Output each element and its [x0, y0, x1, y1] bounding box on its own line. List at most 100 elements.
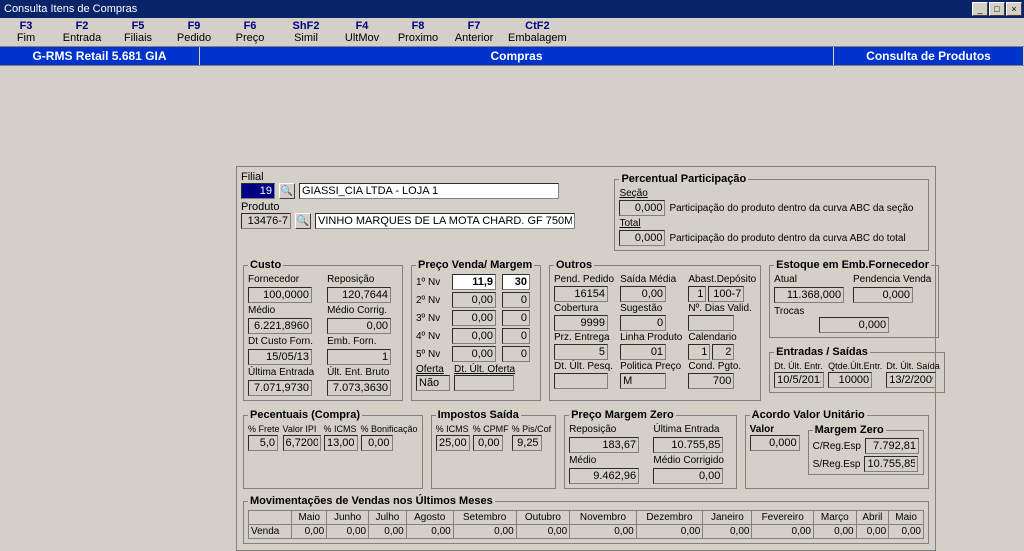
preco-n5-v1 [452, 346, 496, 362]
outros-linhaproduto [620, 344, 666, 360]
lookup-produto-icon[interactable]: 🔍 [295, 213, 311, 229]
mov-cell: 0,00 [453, 525, 516, 539]
custo-dtcustoforn [248, 349, 312, 365]
menu-embalagem[interactable]: CtF2 Embalagem [508, 20, 567, 44]
outros-cal-b [712, 344, 734, 360]
menu-simil[interactable]: ShF2 Simil [284, 20, 328, 44]
filial-desc-input[interactable] [299, 183, 559, 199]
produto-code-input[interactable] [241, 213, 291, 229]
avu-sreg [864, 456, 918, 472]
mov-table: MaioJunhoJulhoAgostoSetembroOutubroNovem… [248, 510, 924, 539]
preco-n4-v2 [502, 328, 530, 344]
mov-cell: 0,00 [703, 525, 752, 539]
mov-col-header: Dezembro [636, 511, 703, 525]
preco-n1-v1[interactable] [452, 274, 496, 290]
fkey-menubar: F3 Fim F2 Entrada F5 Filiais F9 Pedido F… [0, 18, 1024, 47]
outros-cobertura [554, 315, 608, 331]
menu-proximo[interactable]: F8 Proximo [396, 20, 440, 44]
percentual-total-label: Total [619, 218, 924, 229]
mov-col-header: Fevereiro [752, 511, 813, 525]
mov-col-header: Janeiro [703, 511, 752, 525]
outros-dtultpesq [554, 373, 608, 389]
preco-n3-v2 [502, 310, 530, 326]
menu-pedido[interactable]: F9 Pedido [172, 20, 216, 44]
window-controls: _ □ × [972, 2, 1022, 16]
menu-fim[interactable]: F3 Fim [4, 20, 48, 44]
percentual-fieldset: Percentual Participação Seção Participaç… [614, 173, 929, 251]
outros-abast-a [688, 286, 706, 302]
avu-fieldset: Acordo Valor Unitário Valor Margem Zero … [745, 409, 929, 489]
preco-n2-v1 [452, 292, 496, 308]
produto-desc-input[interactable] [315, 213, 575, 229]
preco-oferta [416, 375, 450, 391]
pmz-reposicao [569, 437, 639, 453]
menu-filiais[interactable]: F5 Filiais [116, 20, 160, 44]
mov-col-header: Março [813, 511, 856, 525]
mov-col-header: Novembro [570, 511, 637, 525]
preco-n1-v2[interactable] [502, 274, 530, 290]
mov-row-label: Venda [249, 525, 292, 539]
imp-cpmf [473, 435, 503, 451]
mov-cell: 0,00 [813, 525, 856, 539]
window-title: Consulta Itens de Compras [2, 3, 137, 15]
perc-bonif [361, 435, 393, 451]
produto-label: Produto [241, 201, 280, 213]
avu-creg [865, 438, 919, 454]
preco-n4-v1 [452, 328, 496, 344]
titlebar: Consulta Itens de Compras _ □ × [0, 0, 1024, 18]
pmz-ultentrada [653, 437, 723, 453]
preco-n2-v2 [502, 292, 530, 308]
minimize-button[interactable]: _ [972, 2, 988, 16]
mov-cell: 0,00 [752, 525, 813, 539]
mov-col-header: Maio [292, 511, 327, 525]
percentual-secao-desc: Participação do produto dentro da curva … [669, 203, 913, 214]
header-left: G-RMS Retail 5.681 GIA [0, 47, 200, 65]
custo-ultentbruto [327, 380, 391, 396]
outros-sugestao [620, 315, 666, 331]
menu-preco[interactable]: F6 Preço [228, 20, 272, 44]
fkey-label: Fim [17, 32, 35, 44]
close-button[interactable]: × [1006, 2, 1022, 16]
workspace: Filial 🔍 Produto 🔍 Percentual Particip [0, 66, 1024, 499]
entradas-dtultentr [774, 372, 824, 388]
percentual-secao-value [619, 200, 665, 216]
preco-dtultoferta [454, 375, 514, 391]
maximize-button[interactable]: □ [989, 2, 1005, 16]
filial-code-input[interactable] [241, 183, 275, 199]
percentual-total-value [619, 230, 665, 246]
entradas-qtde [828, 372, 872, 388]
imp-icms [436, 435, 470, 451]
pmz-mediocorr [653, 468, 723, 484]
custo-medio [248, 318, 312, 334]
preco-fieldset: Preço Venda/ Margem 1º Nv 2º Nv 3º Nv 4º… [411, 259, 541, 401]
pmz-medio [569, 468, 639, 484]
menu-anterior[interactable]: F7 Anterior [452, 20, 496, 44]
lookup-filial-icon[interactable]: 🔍 [279, 183, 295, 199]
percentual-secao-label: Seção [619, 188, 924, 199]
entradas-dtultsaida [886, 372, 936, 388]
mov-cell: 0,00 [406, 525, 453, 539]
impostos-fieldset: Impostos Saída % ICMS % CPMF % Pis/Cof [431, 409, 557, 489]
preco-n3-v1 [452, 310, 496, 326]
percentuais-fieldset: Pecentuais (Compra) % Frete Valor IPI % … [243, 409, 423, 489]
mov-cell: 0,00 [327, 525, 369, 539]
menu-ultmov[interactable]: F4 UltMov [340, 20, 384, 44]
estoque-pendvenda [853, 287, 913, 303]
perc-ipi [283, 435, 321, 451]
outros-pendpedido [554, 286, 608, 302]
outros-fieldset: Outros Pend. Pedido Saída Média Abast.De… [549, 259, 761, 401]
menu-entrada[interactable]: F2 Entrada [60, 20, 104, 44]
mov-cell: 0,00 [516, 525, 570, 539]
header-strip: G-RMS Retail 5.681 GIA Compras Consulta … [0, 47, 1024, 66]
estoque-atual [774, 287, 844, 303]
custo-mediocorr [327, 318, 391, 334]
outros-politicapreco [620, 373, 666, 389]
outros-cal-a [688, 344, 710, 360]
outros-condpgto [688, 373, 734, 389]
imp-piscof [512, 435, 542, 451]
mov-col-header: Agosto [406, 511, 453, 525]
mov-cell: 0,00 [636, 525, 703, 539]
custo-embforn [327, 349, 391, 365]
mov-cell: 0,00 [889, 525, 924, 539]
entradas-fieldset: Entradas / Saídas Dt. Últ. Entr. Qtde.Úl… [769, 346, 945, 393]
